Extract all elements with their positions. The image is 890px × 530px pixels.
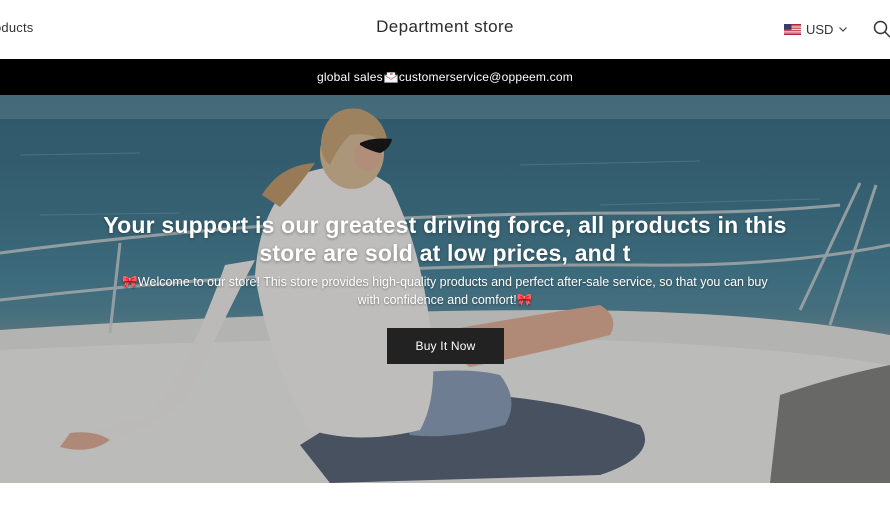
us-flag-icon: [784, 23, 801, 35]
ribbon-icon: 🎀: [122, 275, 138, 289]
chevron-down-icon: [839, 27, 848, 32]
hero-banner: Your support is our greatest driving for…: [0, 95, 890, 483]
currency-label: USD: [806, 21, 834, 37]
buy-it-now-button[interactable]: Buy It Now: [387, 328, 504, 364]
hero-heading: Your support is our greatest driving for…: [103, 212, 787, 266]
announcement-email[interactable]: customerservice@oppeem.com: [399, 70, 573, 84]
hero-subtext-body: Welcome to our store! This store provide…: [137, 275, 768, 307]
ribbon-icon: 🎀: [516, 293, 533, 307]
search-icon[interactable]: [872, 19, 890, 39]
store-title[interactable]: Department store: [0, 17, 890, 37]
announcement-prefix: global sales: [317, 70, 383, 84]
announcement-bar: global sales customerservice@oppeem.com: [0, 59, 890, 95]
mail-icon: [384, 71, 398, 83]
hero-subtext: 🎀Welcome to our store! This store provid…: [110, 273, 780, 309]
site-header: oducts Department store USD: [0, 0, 890, 59]
currency-selector[interactable]: USD: [784, 20, 848, 38]
